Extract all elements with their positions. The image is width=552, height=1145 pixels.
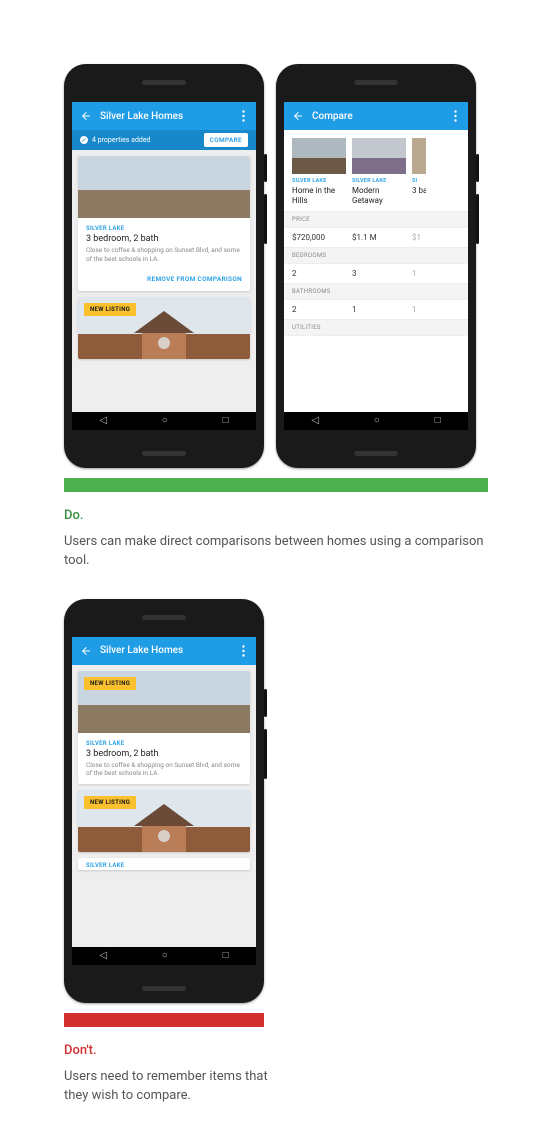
compare-location: SILVER LAKE	[352, 178, 406, 184]
check-circle-icon: ✓	[80, 136, 88, 144]
property-description: Close to coffee & shopping on Sunset Blv…	[86, 761, 242, 779]
dont-label: Don't.	[64, 1043, 552, 1058]
back-arrow-icon[interactable]	[292, 110, 306, 122]
compare-value: 2	[292, 305, 346, 314]
property-card[interactable]: SILVER LAKE	[78, 858, 250, 870]
property-image: NEW LISTING	[78, 297, 250, 359]
do-example-row: Silver Lake Homes ✓ 4 properties added C…	[64, 64, 552, 468]
compare-value: $720,000	[292, 233, 346, 242]
android-nav-bar: ◁ ○ □	[72, 947, 256, 965]
app-bar: Silver Lake Homes	[72, 637, 256, 665]
property-location: SILVER LAKE	[86, 740, 242, 747]
property-image: NEW LISTING	[78, 671, 250, 733]
new-listing-badge: NEW LISTING	[84, 677, 136, 690]
property-card[interactable]: SILVER LAKE 3 bedroom, 2 bath Close to c…	[78, 156, 250, 291]
nav-recents-icon[interactable]: □	[435, 416, 441, 426]
do-caption: Users can make direct comparisons betwee…	[64, 533, 488, 571]
compare-section-utilities: UTILITIES	[284, 319, 468, 336]
nav-back-icon[interactable]: ◁	[311, 416, 319, 426]
do-indicator-bar	[64, 478, 488, 492]
compare-value: $1.1 M	[352, 233, 406, 242]
property-description: Close to coffee & shopping on Sunset Blv…	[86, 246, 242, 264]
compare-value: 3	[352, 269, 406, 278]
compare-name: 3 ba	[412, 186, 426, 196]
compare-location: SI	[412, 178, 426, 184]
nav-home-icon[interactable]: ○	[374, 416, 380, 426]
nav-back-icon[interactable]: ◁	[99, 951, 107, 961]
appbar-title: Compare	[306, 111, 450, 122]
property-card[interactable]: NEW LISTING	[78, 790, 250, 852]
compare-name: Home in the Hills	[292, 186, 346, 205]
overflow-menu-icon[interactable]	[238, 110, 248, 122]
compare-name: Modern Getaway	[352, 186, 406, 205]
appbar-title: Silver Lake Homes	[94, 111, 238, 122]
new-listing-badge: NEW LISTING	[84, 303, 136, 316]
dont-indicator-bar	[64, 1013, 264, 1027]
remove-from-comparison-link[interactable]: REMOVE FROM COMPARISON	[147, 275, 242, 283]
appbar-title: Silver Lake Homes	[94, 645, 238, 656]
phone-listing-no-compare: Silver Lake Homes NEW LISTING SILVER LAK…	[64, 599, 264, 1003]
phone-compare-view: Compare SILVER LAKE Home in the Hi	[276, 64, 476, 468]
android-nav-bar: ◁ ○ □	[72, 412, 256, 430]
property-image	[78, 156, 250, 218]
compare-thumbnail[interactable]	[352, 138, 406, 174]
back-arrow-icon[interactable]	[80, 110, 94, 122]
nav-home-icon[interactable]: ○	[162, 951, 168, 961]
overflow-menu-icon[interactable]	[450, 110, 460, 122]
compare-thumbnail[interactable]	[412, 138, 426, 174]
compare-value: $1	[412, 233, 426, 242]
android-nav-bar: ◁ ○ □	[284, 412, 468, 430]
nav-recents-icon[interactable]: □	[223, 951, 229, 961]
compare-value: 1	[352, 305, 406, 314]
property-card[interactable]: NEW LISTING SILVER LAKE 3 bedroom, 2 bat…	[78, 671, 250, 785]
compare-section-price: PRICE	[284, 211, 468, 228]
app-bar: Silver Lake Homes	[72, 102, 256, 130]
compare-value: 2	[292, 269, 346, 278]
property-image: NEW LISTING	[78, 790, 250, 852]
compare-section-bathrooms: BATHROOMS	[284, 283, 468, 300]
compare-section-bedrooms: BEDROOMS	[284, 247, 468, 264]
nav-back-icon[interactable]: ◁	[99, 416, 107, 426]
compare-value: 1	[412, 305, 426, 314]
property-title: 3 bedroom, 2 bath	[86, 234, 242, 244]
app-bar: Compare	[284, 102, 468, 130]
compare-thumbnail[interactable]	[292, 138, 346, 174]
overflow-menu-icon[interactable]	[238, 645, 248, 657]
property-card[interactable]: NEW LISTING	[78, 297, 250, 359]
dont-caption: Users need to remember items that they w…	[64, 1068, 284, 1106]
property-title: 3 bedroom, 2 bath	[86, 749, 242, 759]
subbar-text: 4 properties added	[92, 136, 151, 144]
property-location: SILVER LAKE	[86, 862, 242, 869]
property-location: SILVER LAKE	[86, 225, 242, 232]
new-listing-badge: NEW LISTING	[84, 796, 136, 809]
compare-location: SILVER LAKE	[292, 178, 346, 184]
nav-recents-icon[interactable]: □	[223, 416, 229, 426]
comparison-subbar: ✓ 4 properties added COMPARE	[72, 130, 256, 150]
do-label: Do.	[64, 508, 552, 523]
back-arrow-icon[interactable]	[80, 645, 94, 657]
compare-value: 1	[412, 269, 426, 278]
phone-listing-with-compare: Silver Lake Homes ✓ 4 properties added C…	[64, 64, 264, 468]
nav-home-icon[interactable]: ○	[162, 416, 168, 426]
compare-button[interactable]: COMPARE	[204, 133, 248, 147]
